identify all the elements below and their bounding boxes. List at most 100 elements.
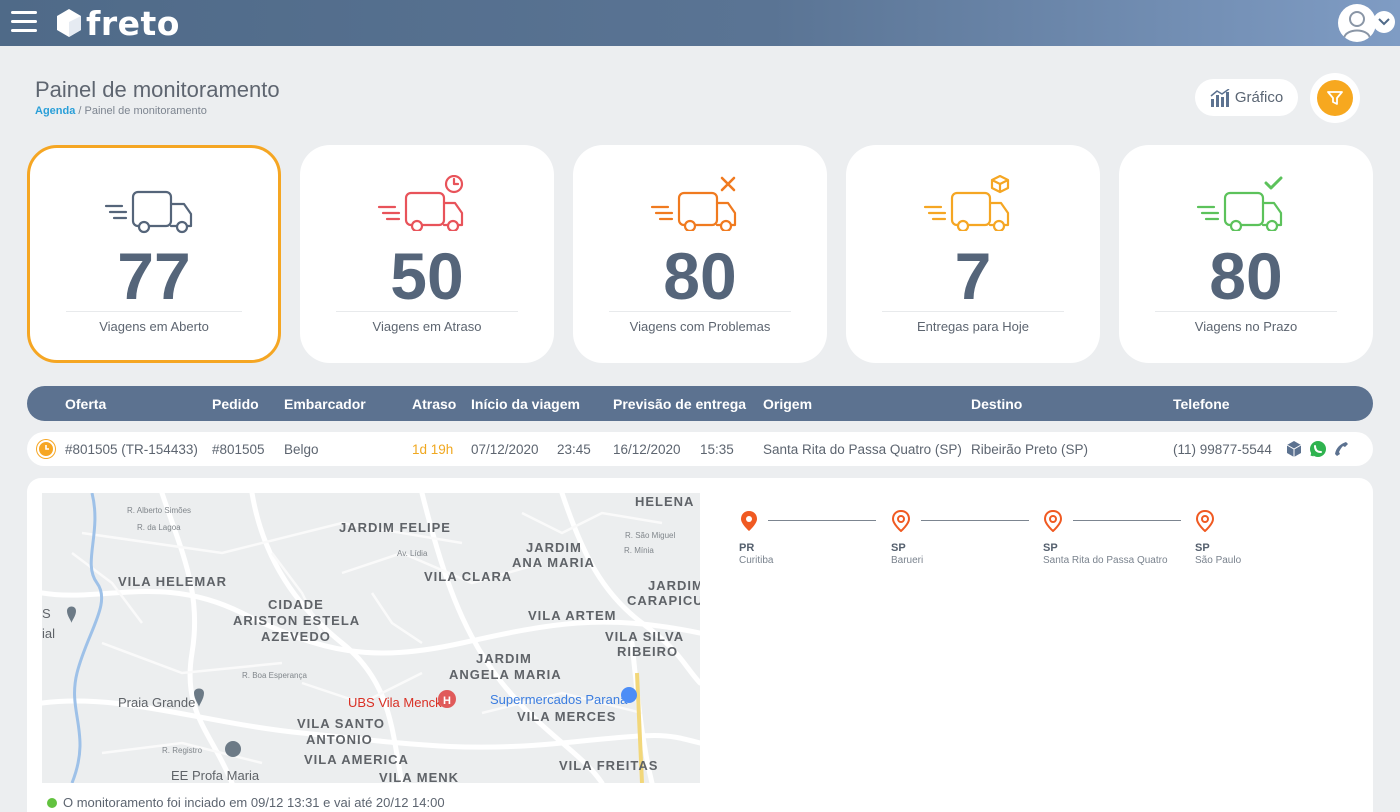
logo-text: freto [86, 3, 180, 43]
route-connector [768, 520, 876, 521]
map-label: VILA FREITAS [559, 758, 658, 773]
col-previsao[interactable]: Previsão de entrega [613, 396, 746, 412]
cell-atraso: 1d 19h [412, 442, 454, 457]
map-label: JARDIM [648, 578, 700, 593]
status-text: O monitoramento foi inciado em 09/12 13:… [63, 795, 445, 810]
card-label: Entregas para Hoje [916, 319, 1029, 334]
table-header: Oferta Pedido Embarcador Atraso Início d… [27, 386, 1373, 421]
truck-check-icon [1196, 176, 1283, 231]
map-poi-label: Praia Grande [118, 695, 195, 710]
card-viagens-em-atraso[interactable]: 50 Viagens em Atraso [300, 145, 554, 363]
map-street-label: R. Mínia [624, 546, 654, 555]
chevron-down-icon[interactable] [1373, 11, 1395, 33]
route-connector [1073, 520, 1181, 521]
col-atraso[interactable]: Atraso [412, 396, 456, 412]
grafico-label: Gráfico [1234, 89, 1284, 106]
map-street-label: Av. Lídia [397, 549, 428, 558]
card-viagens-no-prazo[interactable]: 80 Viagens no Prazo [1119, 145, 1373, 363]
clock-icon [37, 440, 55, 458]
col-telefone[interactable]: Telefone [1173, 396, 1230, 412]
breadcrumb: Agenda / Painel de monitoramento [35, 105, 207, 117]
package-icon[interactable] [1284, 439, 1304, 459]
col-oferta[interactable]: Oferta [65, 396, 106, 412]
stop-city: Barueri [891, 555, 924, 566]
stop-state: SP [1043, 542, 1058, 554]
map-label: VILA CLARA [424, 569, 512, 584]
map-label: JARDIM [526, 540, 582, 555]
map-label: VILA MENK [379, 770, 459, 783]
card-value: 50 [390, 239, 464, 313]
route-stop[interactable]: SP São Paulo [1195, 509, 1242, 566]
filter-icon [1327, 91, 1343, 105]
map-label: AZEVEDO [261, 629, 331, 644]
location-pin-icon [741, 511, 757, 531]
monitoring-status: O monitoramento foi inciado em 09/12 13:… [47, 795, 445, 810]
status-dot-icon [47, 797, 57, 808]
card-label: Viagens em Aberto [99, 319, 209, 334]
cell-inicio-hora: 23:45 [557, 442, 591, 457]
map-street-label: R. São Miguel [625, 531, 675, 540]
map-label: VILA SILVA [605, 629, 684, 644]
map-label: CIDADE [268, 597, 324, 612]
breadcrumb-link-agenda[interactable]: Agenda [35, 105, 75, 117]
bar-chart-icon [1210, 88, 1230, 107]
card-label: Viagens no Prazo [1194, 319, 1298, 334]
card-value: 7 [954, 239, 992, 313]
col-embarcador[interactable]: Embarcador [284, 396, 366, 412]
location-pin-icon [891, 509, 911, 533]
map-poi-label: S [42, 606, 51, 621]
school-icon [225, 741, 241, 757]
map-label: CARAPICU [627, 593, 700, 608]
route-connector [921, 520, 1029, 521]
card-value: 80 [1209, 239, 1283, 313]
col-origem[interactable]: Origem [763, 396, 812, 412]
card-value: 77 [117, 239, 191, 313]
cell-oferta: #801505 (TR-154433) [65, 442, 198, 457]
map-label: VILA HELEMAR [118, 574, 227, 589]
card-viagens-com-problemas[interactable]: 80 Viagens com Problemas [573, 145, 827, 363]
map-label: RIBEIRO [617, 644, 678, 659]
card-value: 80 [663, 239, 737, 313]
filter-button[interactable] [1310, 73, 1360, 123]
col-pedido[interactable]: Pedido [212, 396, 259, 412]
stop-state: SP [891, 542, 906, 554]
map-street-label: R. Alberto Simões [127, 506, 191, 515]
card-label: Viagens com Problemas [629, 319, 771, 334]
route-stop[interactable]: PR Curitiba [739, 510, 773, 566]
route-stop[interactable]: SP Santa Rita do Passa Quatro [1043, 509, 1168, 566]
whatsapp-icon[interactable] [1308, 439, 1328, 459]
route-map[interactable]: HELENA JARDIM FELIPE JARDIM ANA MARIA VI… [42, 493, 700, 783]
route-stop[interactable]: SP Barueri [891, 509, 924, 566]
col-inicio[interactable]: Início da viagem [471, 396, 580, 412]
table-row[interactable]: #801505 (TR-154433) #801505 Belgo 1d 19h… [27, 432, 1373, 466]
card-entregas-para-hoje[interactable]: 7 Entregas para Hoje [846, 145, 1100, 363]
cell-telefone: (11) 99877-5544 [1173, 442, 1272, 457]
app-logo[interactable]: freto [56, 4, 180, 43]
cell-origem: Santa Rita do Passa Quatro (SP) [763, 442, 962, 457]
phone-icon[interactable] [1332, 439, 1352, 459]
map-poi-label: UBS Vila Menck [348, 695, 442, 710]
col-destino[interactable]: Destino [971, 396, 1022, 412]
map-label: VILA ARTEM [528, 608, 616, 623]
map-street-label: R. Boa Esperança [242, 671, 307, 680]
location-pin-icon [1195, 509, 1215, 533]
truck-box-icon [923, 175, 1010, 231]
grafico-button[interactable]: Gráfico [1195, 79, 1298, 116]
map-poi-label: EE Profa Maria [171, 768, 260, 783]
map-label: ANGELA MARIA [449, 667, 562, 682]
stop-state: SP [1195, 542, 1210, 554]
map-poi-label: Supermercados Paraná [490, 692, 628, 707]
map-street-label: R. da Lagoa [137, 523, 181, 532]
stop-city: São Paulo [1195, 555, 1242, 566]
cell-pedido: #801505 [212, 442, 265, 457]
location-pin-icon [1043, 509, 1063, 533]
user-icon [1343, 11, 1371, 39]
breadcrumb-current: Painel de monitoramento [84, 105, 207, 117]
user-avatar[interactable] [1338, 4, 1376, 42]
map-label: ARISTON ESTELA [233, 613, 360, 628]
map-label: HELENA [635, 494, 694, 509]
map-label: ANTONIO [306, 732, 373, 747]
card-viagens-em-aberto[interactable]: 77 Viagens em Aberto [27, 145, 281, 363]
top-bar: freto [0, 0, 1400, 46]
hamburger-menu-icon[interactable] [11, 11, 37, 33]
